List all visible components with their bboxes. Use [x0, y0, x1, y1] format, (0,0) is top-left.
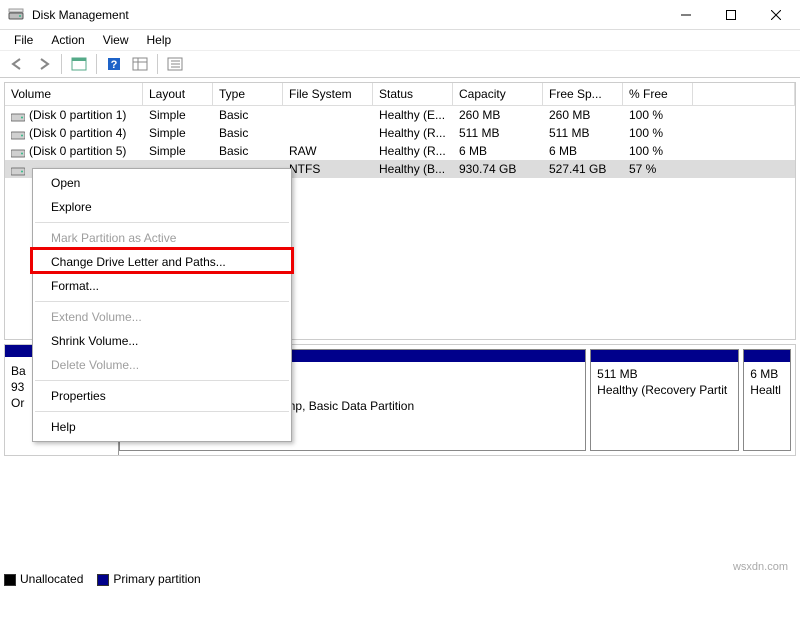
legend-primary: Primary partition	[97, 572, 200, 586]
cell-fs: NTFS	[283, 161, 373, 177]
volume-row[interactable]: (Disk 0 partition 1)SimpleBasic Healthy (…	[5, 106, 795, 124]
cell-layout: Simple	[143, 143, 213, 159]
cell-fs	[283, 114, 373, 116]
menu-file[interactable]: File	[6, 31, 41, 49]
cell-type: Basic	[213, 125, 283, 141]
col-status[interactable]: Status	[373, 83, 453, 105]
list-toolbar-button[interactable]	[163, 53, 187, 75]
maximize-button[interactable]	[708, 0, 753, 29]
close-button[interactable]	[753, 0, 798, 29]
cell-status: Healthy (E...	[373, 107, 453, 123]
cell-pct: 100 %	[623, 107, 693, 123]
cell-vol: (Disk 0 partition 1)	[5, 107, 143, 123]
cell-type: Basic	[213, 143, 283, 159]
col-type[interactable]: Type	[213, 83, 283, 105]
cell-cap: 6 MB	[453, 143, 543, 159]
cell-layout: Simple	[143, 107, 213, 123]
partition[interactable]: 6 MBHealtl	[743, 349, 791, 451]
context-menu-separator	[35, 301, 289, 302]
legend: Unallocated Primary partition	[4, 572, 201, 586]
cell-pct: 100 %	[623, 125, 693, 141]
drive-icon	[11, 129, 25, 139]
disk-management-icon	[8, 7, 24, 23]
window-title: Disk Management	[30, 8, 663, 22]
context-menu-item-open[interactable]: Open	[33, 171, 291, 195]
toolbar: ?	[0, 50, 800, 78]
minimize-button[interactable]	[663, 0, 708, 29]
cell-fs	[283, 132, 373, 134]
context-menu-item-delete-volume: Delete Volume...	[33, 353, 291, 377]
col-volume[interactable]: Volume	[5, 83, 143, 105]
cell-status: Healthy (R...	[373, 143, 453, 159]
context-menu: OpenExplore Mark Partition as ActiveChang…	[32, 168, 292, 442]
context-menu-item-change-drive-letter-and-paths[interactable]: Change Drive Letter and Paths...	[33, 250, 291, 274]
cell-status: Healthy (B...	[373, 161, 453, 177]
legend-unallocated: Unallocated	[4, 572, 83, 586]
cell-status: Healthy (R...	[373, 125, 453, 141]
cell-free: 6 MB	[543, 143, 623, 159]
cell-pct: 100 %	[623, 143, 693, 159]
cell-layout: Simple	[143, 125, 213, 141]
col-fs[interactable]: File System	[283, 83, 373, 105]
svg-text:?: ?	[111, 59, 118, 71]
cell-free: 511 MB	[543, 125, 623, 141]
cell-vol: (Disk 0 partition 4)	[5, 125, 143, 141]
watermark: wsxdn.com	[733, 561, 788, 573]
col-layout[interactable]: Layout	[143, 83, 213, 105]
context-menu-separator	[35, 222, 289, 223]
volume-row[interactable]: (Disk 0 partition 5)SimpleBasicRAWHealth…	[5, 142, 795, 160]
cell-pct: 57 %	[623, 161, 693, 177]
context-menu-separator	[35, 411, 289, 412]
menu-view[interactable]: View	[95, 31, 137, 49]
view-toolbar-button[interactable]	[128, 53, 152, 75]
col-capacity[interactable]: Capacity	[453, 83, 543, 105]
context-menu-item-properties[interactable]: Properties	[33, 384, 291, 408]
window-buttons	[663, 0, 798, 29]
back-button[interactable]	[6, 53, 30, 75]
drive-icon	[11, 165, 25, 175]
menubar: File Action View Help	[0, 30, 800, 50]
context-menu-item-format[interactable]: Format...	[33, 274, 291, 298]
cell-free: 260 MB	[543, 107, 623, 123]
context-menu-item-extend-volume: Extend Volume...	[33, 305, 291, 329]
cell-cap: 930.74 GB	[453, 161, 543, 177]
cell-type: Basic	[213, 107, 283, 123]
list-header: Volume Layout Type File System Status Ca…	[5, 83, 795, 106]
menu-action[interactable]: Action	[43, 31, 92, 49]
cell-free: 527.41 GB	[543, 161, 623, 177]
drive-icon	[11, 111, 25, 121]
context-menu-separator	[35, 380, 289, 381]
context-menu-item-explore[interactable]: Explore	[33, 195, 291, 219]
volume-row[interactable]: (Disk 0 partition 4)SimpleBasic Healthy (…	[5, 124, 795, 142]
titlebar: Disk Management	[0, 0, 800, 30]
cell-cap: 260 MB	[453, 107, 543, 123]
forward-button[interactable]	[32, 53, 56, 75]
col-pct[interactable]: % Free	[623, 83, 693, 105]
settings-view-button[interactable]	[67, 53, 91, 75]
col-free[interactable]: Free Sp...	[543, 83, 623, 105]
context-menu-item-help[interactable]: Help	[33, 415, 291, 439]
cell-cap: 511 MB	[453, 125, 543, 141]
context-menu-item-shrink-volume[interactable]: Shrink Volume...	[33, 329, 291, 353]
cell-fs: RAW	[283, 143, 373, 159]
drive-icon	[11, 147, 25, 157]
help-toolbar-button[interactable]: ?	[102, 53, 126, 75]
context-menu-item-mark-partition-as-active: Mark Partition as Active	[33, 226, 291, 250]
menu-help[interactable]: Help	[139, 31, 180, 49]
cell-vol: (Disk 0 partition 5)	[5, 143, 143, 159]
partition[interactable]: 511 MBHealthy (Recovery Partit	[590, 349, 739, 451]
